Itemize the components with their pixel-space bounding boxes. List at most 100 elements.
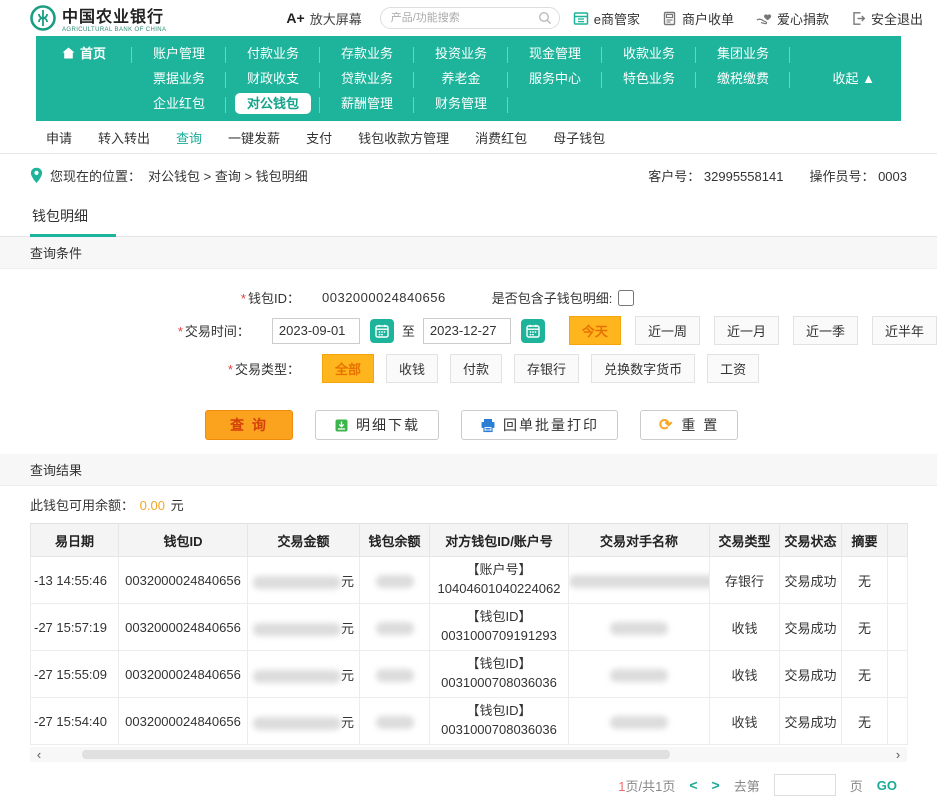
nav-item[interactable]: 缴税缴费 [696, 68, 790, 87]
include-sub-wallet-label: 是否包含子钱包明细: [492, 288, 613, 307]
table-row[interactable]: -13 14:55:46 0032000024840656 元 【账户号】104… [31, 557, 908, 604]
required-asterisk: * [241, 291, 246, 306]
query-conditions-header: 查询条件 [0, 237, 937, 269]
subnav-item-pay[interactable]: 支付 [306, 128, 332, 147]
transactions-table: 易日期 钱包ID 交易金额 钱包余额 对方钱包ID/账户号 交易对手名称 交易类… [30, 523, 908, 745]
query-button[interactable]: 查 询 [205, 410, 293, 440]
action-buttons: 查 询 明细下载 回单批量打印 ⟳ 重 置 [0, 396, 937, 454]
goto-label: 去第 [734, 776, 760, 795]
calendar-icon[interactable] [370, 319, 394, 343]
date-from-input[interactable] [272, 318, 360, 344]
transaction-time-row: *交易时间： 至 [0, 316, 937, 345]
subnav-item-parent-child[interactable]: 母子钱包 [553, 128, 605, 147]
nav-item[interactable]: 票据业务 [132, 68, 226, 87]
shortcut-last-month[interactable]: 近一月 [714, 316, 779, 345]
scroll-left-arrow[interactable]: ‹ [30, 747, 48, 762]
tab-wallet-detail[interactable]: 钱包明细 [30, 200, 116, 237]
nav-item[interactable]: 账户管理 [132, 43, 226, 62]
nav-item[interactable]: 现金管理 [508, 43, 602, 62]
nav-item[interactable]: 企业红包 [132, 93, 226, 112]
nav-item[interactable]: 养老金 [414, 68, 508, 87]
zoom-label: 放大屏幕 [310, 9, 362, 28]
download-icon [334, 418, 349, 433]
subnav-item-red-packet[interactable]: 消费红包 [475, 128, 527, 147]
search-icon[interactable] [538, 11, 552, 25]
calendar-icon[interactable] [521, 319, 545, 343]
bank-name-en: AGRICULTURAL BANK OF CHINA [62, 27, 166, 33]
type-pay[interactable]: 付款 [450, 354, 502, 383]
batch-print-receipt-button[interactable]: 回单批量打印 [461, 410, 618, 440]
table-header-row: 易日期 钱包ID 交易金额 钱包余额 对方钱包ID/账户号 交易对手名称 交易类… [31, 524, 908, 557]
date-to-input[interactable] [423, 318, 511, 344]
shortcut-last-half-year[interactable]: 近半年 [872, 316, 937, 345]
download-detail-button[interactable]: 明细下载 [315, 410, 439, 440]
required-asterisk: * [178, 324, 183, 339]
include-sub-wallet-checkbox[interactable] [618, 290, 634, 306]
goto-page-input[interactable] [774, 774, 836, 796]
zoom-screen-control[interactable]: A+ 放大屏幕 [286, 9, 361, 28]
quicklink-donation[interactable]: 爱心捐款 [756, 9, 829, 28]
operator-number: 操作员号： 0003 [809, 166, 907, 185]
table-row[interactable]: -27 15:57:19 0032000024840656 元 【钱包ID】00… [31, 604, 908, 651]
nav-item[interactable]: 特色业务 [602, 68, 696, 87]
quicklink-merchant-acquiring[interactable]: 商户收单 [662, 9, 734, 28]
nav-item[interactable]: 集团业务 [696, 43, 790, 62]
bank-name: 中国农业银行 [62, 3, 166, 27]
nav-item[interactable]: 投资业务 [414, 43, 508, 62]
redacted-name [569, 698, 710, 745]
subnav-item-payroll[interactable]: 一键发薪 [228, 128, 280, 147]
table-row[interactable]: -27 15:55:09 0032000024840656 元 【钱包ID】00… [31, 651, 908, 698]
product-search [380, 7, 560, 29]
subnav-item-transfer[interactable]: 转入转出 [98, 128, 150, 147]
breadcrumb-prefix: 您现在的位置： [50, 166, 141, 185]
redacted-name [569, 651, 710, 698]
date-to-label: 至 [402, 321, 415, 340]
nav-item[interactable]: 财政收支 [226, 68, 320, 87]
quicklink-logout[interactable]: 安全退出 [851, 9, 923, 28]
nav-item[interactable]: 服务中心 [508, 68, 602, 87]
transaction-type-row: *交易类型： 全部 收钱 付款 存银行 兑换数字货币 工资 [0, 354, 937, 383]
table-row[interactable]: -27 15:54:40 0032000024840656 元 【钱包ID】00… [31, 698, 908, 745]
nav-item[interactable]: 付款业务 [226, 43, 320, 62]
subnav-item-apply[interactable]: 申请 [46, 128, 72, 147]
shortcut-today[interactable]: 今天 [569, 316, 621, 345]
scrollbar-thumb[interactable] [82, 750, 671, 759]
type-salary[interactable]: 工资 [707, 354, 759, 383]
go-button[interactable]: GO [877, 778, 897, 793]
redacted-amount: 元 [248, 698, 360, 745]
type-receive[interactable]: 收钱 [386, 354, 438, 383]
nav-item[interactable]: 财务管理 [414, 93, 508, 112]
nav-item[interactable]: 收款业务 [602, 43, 696, 62]
nav-item[interactable]: 贷款业务 [320, 68, 414, 87]
search-input[interactable] [380, 7, 560, 29]
breadcrumb-row: 您现在的位置： 对公钱包 > 查询 > 钱包明细 客户号： 3299555814… [0, 154, 937, 196]
type-deposit[interactable]: 存银行 [514, 354, 579, 383]
pos-icon [662, 11, 677, 26]
query-result-header: 查询结果 [0, 454, 937, 486]
shortcut-last-week[interactable]: 近一周 [635, 316, 700, 345]
type-all[interactable]: 全部 [322, 354, 374, 383]
wallet-id-value: 0032000024840656 [322, 290, 446, 305]
shortcut-last-quarter[interactable]: 近一季 [793, 316, 858, 345]
scroll-right-arrow[interactable]: › [889, 747, 907, 762]
nav-item[interactable]: 薪酬管理 [320, 93, 414, 112]
nav-item[interactable]: 存款业务 [320, 43, 414, 62]
top-bar: 中国农业银行 AGRICULTURAL BANK OF CHINA A+ 放大屏… [0, 0, 937, 36]
nav-collapse-button[interactable]: 收起 ▲ [832, 68, 875, 87]
logout-icon [851, 11, 866, 26]
nav-item-corporate-wallet[interactable]: 对公钱包 [226, 93, 320, 112]
nav-item-home[interactable]: 首页 [36, 43, 132, 62]
abc-logo-icon [30, 5, 56, 31]
reset-icon: ⟳ [659, 415, 674, 435]
store-icon [573, 11, 589, 26]
reset-button[interactable]: ⟳ 重 置 [640, 410, 738, 440]
subnav-item-query[interactable]: 查询 [176, 128, 202, 147]
next-page-button[interactable]: > [712, 777, 720, 793]
type-exchange-digital-currency[interactable]: 兑换数字货币 [591, 354, 695, 383]
subnav-item-payee-mgmt[interactable]: 钱包收款方管理 [358, 128, 449, 147]
scrollbar-track[interactable] [48, 750, 889, 759]
prev-page-button[interactable]: < [689, 777, 697, 793]
location-pin-icon [30, 167, 43, 184]
quicklink-emerchant[interactable]: e商管家 [573, 9, 640, 28]
quicklink-label: e商管家 [594, 9, 640, 28]
